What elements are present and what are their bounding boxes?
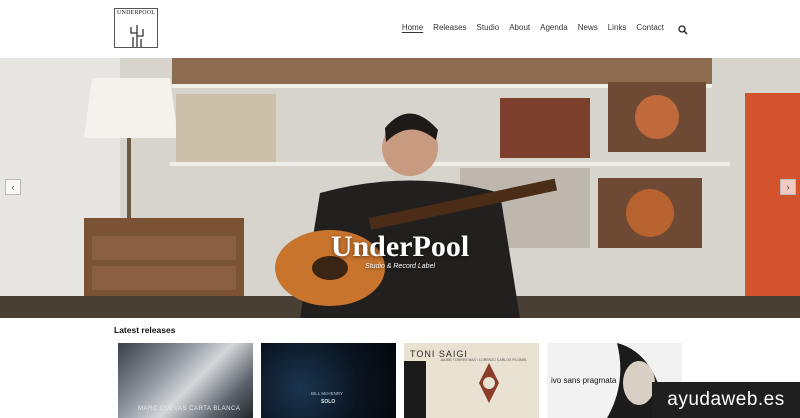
cactus-icon [130,25,144,47]
release-cover-title: SOLO [321,399,336,405]
logo-text: UNDERPOOL [117,10,156,16]
latest-releases-title: Latest releases [114,325,176,335]
main-nav: Home Releases Studio About Agenda News L… [402,22,688,35]
nav-links[interactable]: Links [608,23,627,32]
search-icon[interactable] [678,22,688,35]
slider-prev-button[interactable]: ‹ [5,179,21,195]
hero-subtitle: Studio & Record Label [364,263,436,270]
nav-agenda[interactable]: Agenda [540,23,568,32]
chevron-left-icon: ‹ [11,182,15,192]
nav-contact[interactable]: Contact [636,23,664,32]
chevron-right-icon: › [786,182,790,192]
nav-news[interactable]: News [578,23,598,32]
nav-studio[interactable]: Studio [477,23,500,32]
site-logo[interactable]: UNDERPOOL [114,8,158,48]
nav-home[interactable]: Home [402,23,423,32]
release-cover-text: MARC CUEVAS CARTA BLANCA [138,406,241,412]
release-cover[interactable]: MARC CUEVAS CARTA BLANCA [118,343,253,418]
release-cover-artist: BILL McHENRY [311,391,344,396]
site-header: UNDERPOOL Home Releases Studio About Age… [0,0,800,58]
nav-about[interactable]: About [509,23,530,32]
slider-next-button[interactable]: › [780,179,796,195]
hero-photo [0,58,800,318]
watermark: ayudaweb.es [652,382,800,418]
release-cover-text: ivo sans pragmata [551,376,617,385]
release-cover[interactable]: TONI SAIGI JAUME TORRES MAS • LORENZO CA… [404,343,539,418]
release-cover-credits: JAUME TORRES MAS • LORENZO CARLOS FILOME… [440,358,528,362]
hero-title: UnderPool [330,230,470,263]
nav-releases[interactable]: Releases [433,23,466,32]
releases-grid: MARC CUEVAS CARTA BLANCA BILL McHENRY SO… [118,343,682,418]
release-cover[interactable]: BILL McHENRY SOLO [261,343,396,418]
hero-slider: UnderPool Studio & Record Label ‹ › [0,58,800,318]
